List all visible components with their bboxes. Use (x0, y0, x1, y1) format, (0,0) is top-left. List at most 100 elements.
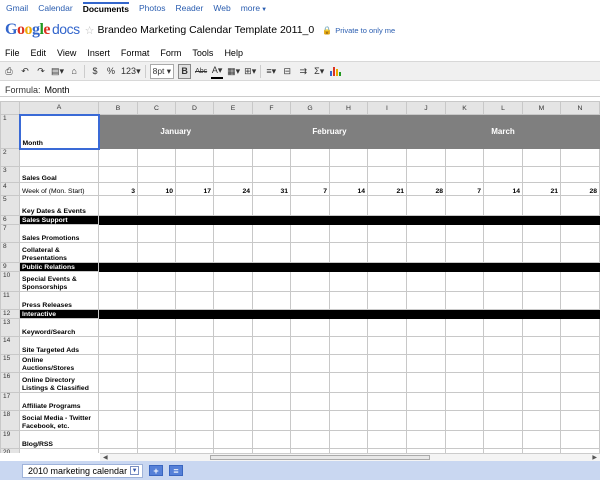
grid-cell[interactable] (367, 195, 407, 216)
grid-cell[interactable] (98, 195, 138, 216)
grid-cell[interactable] (483, 354, 523, 373)
month-header-cell[interactable]: January (98, 114, 253, 149)
row-label-cell[interactable]: Month (18, 113, 100, 150)
menu-edit[interactable]: Edit (31, 48, 47, 58)
menu-insert[interactable]: Insert (87, 48, 110, 58)
grid-cell[interactable] (137, 148, 176, 167)
grid-cell[interactable] (290, 224, 330, 243)
grid-cell[interactable] (98, 430, 138, 449)
clear-format-icon[interactable]: ⌂ (68, 64, 80, 79)
grid-cell[interactable] (367, 291, 407, 310)
grid-cell[interactable] (252, 336, 291, 355)
row-header[interactable]: 6 (0, 215, 20, 225)
sheet-tab-2010-marketing-calendar[interactable]: 2010 marketing calendar ▼ (22, 463, 144, 478)
column-header-n[interactable]: N (560, 101, 600, 115)
percent-format-button[interactable]: % (105, 64, 117, 79)
grid-cell[interactable] (522, 392, 561, 411)
grid-cell[interactable] (329, 372, 368, 393)
grid-cell[interactable] (445, 410, 484, 431)
grid-cell[interactable] (406, 148, 446, 167)
grid-cell[interactable] (252, 309, 291, 319)
nav-documents[interactable]: Documents (82, 1, 129, 14)
grid-cell[interactable] (483, 195, 523, 216)
grid-cell[interactable] (213, 410, 253, 431)
grid-cell[interactable] (406, 262, 446, 272)
grid-cell[interactable] (406, 195, 446, 216)
grid-cell[interactable] (560, 195, 600, 216)
grid-cell[interactable] (367, 392, 407, 411)
grid-cell[interactable] (483, 291, 523, 310)
grid-cell[interactable] (137, 372, 176, 393)
column-header-h[interactable]: H (329, 101, 368, 115)
grid-cell[interactable]: 3 (98, 182, 138, 196)
row-header[interactable]: 20 (0, 448, 20, 453)
grid-cell[interactable] (98, 372, 138, 393)
grid-cell[interactable] (175, 291, 214, 310)
grid-cell[interactable] (175, 410, 214, 431)
grid-cell[interactable] (483, 410, 523, 431)
grid-cell[interactable] (290, 372, 330, 393)
grid-cell[interactable] (98, 291, 138, 310)
grid-cell[interactable] (98, 318, 138, 337)
grid-cell[interactable] (252, 166, 291, 183)
grid-cell[interactable] (483, 430, 523, 449)
grid-cell[interactable] (213, 336, 253, 355)
grid-cell[interactable] (367, 336, 407, 355)
nav-calendar[interactable]: Calendar (38, 3, 73, 13)
grid-cell[interactable] (137, 291, 176, 310)
grid-cell[interactable] (252, 148, 291, 167)
grid-cell[interactable] (290, 318, 330, 337)
grid-cell[interactable] (560, 309, 600, 319)
font-size-dropdown[interactable]: 8pt ▾ (149, 63, 175, 79)
grid-cell[interactable] (175, 392, 214, 411)
grid-cell[interactable] (175, 318, 214, 337)
grid-cell[interactable] (290, 166, 330, 183)
grid-cell[interactable] (137, 392, 176, 411)
grid-cell[interactable] (137, 309, 176, 319)
grid-cell[interactable] (483, 242, 523, 263)
currency-format-button[interactable]: $ (89, 64, 101, 79)
grid-cell[interactable] (137, 166, 176, 183)
row-label-cell[interactable]: Interactive (19, 309, 99, 319)
grid-cell[interactable] (483, 318, 523, 337)
grid-cell[interactable] (252, 242, 291, 263)
row-header[interactable]: 16 (0, 372, 20, 393)
grid-cell[interactable] (290, 215, 330, 225)
grid-cell[interactable] (406, 392, 446, 411)
grid-cell[interactable] (406, 430, 446, 449)
grid-cell[interactable] (252, 372, 291, 393)
grid-cell[interactable]: 7 (290, 182, 330, 196)
grid-cell[interactable] (98, 309, 138, 319)
grid-cell[interactable] (290, 291, 330, 310)
grid-cell[interactable] (137, 354, 176, 373)
grid-cell[interactable] (175, 195, 214, 216)
column-header-m[interactable]: M (522, 101, 561, 115)
grid-cell[interactable] (213, 392, 253, 411)
grid-cell[interactable] (483, 336, 523, 355)
formula-input[interactable]: Month (45, 85, 70, 95)
grid-cell[interactable] (213, 430, 253, 449)
grid-cell[interactable] (329, 242, 368, 263)
grid-cell[interactable] (445, 430, 484, 449)
grid-cell[interactable] (252, 271, 291, 292)
grid-cell[interactable] (329, 410, 368, 431)
grid-cell[interactable] (560, 148, 600, 167)
column-header-k[interactable]: K (445, 101, 484, 115)
grid-cell[interactable] (329, 430, 368, 449)
grid-cell[interactable] (483, 215, 523, 225)
row-label-cell[interactable]: Key Dates & Events (19, 195, 99, 216)
paint-format-icon[interactable]: ▤▾ (51, 64, 64, 79)
bold-button[interactable]: B (178, 63, 192, 79)
grid-cell[interactable] (329, 262, 368, 272)
grid-cell[interactable] (560, 262, 600, 272)
grid-cell[interactable] (213, 195, 253, 216)
grid-cell[interactable] (213, 148, 253, 167)
grid-cell[interactable] (367, 242, 407, 263)
grid-cell[interactable] (213, 242, 253, 263)
nav-gmail[interactable]: Gmail (6, 3, 28, 13)
grid-cell[interactable] (560, 410, 600, 431)
grid-cell[interactable] (175, 224, 214, 243)
row-header[interactable]: 3 (0, 166, 20, 183)
grid-cell[interactable] (445, 262, 484, 272)
chevron-down-icon[interactable]: ▼ (130, 466, 140, 475)
